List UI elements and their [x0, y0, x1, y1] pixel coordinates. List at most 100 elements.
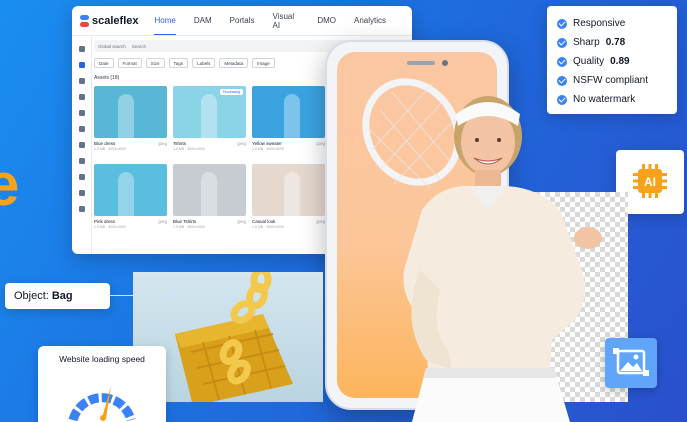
sidebar — [72, 36, 92, 254]
asset-name-row: Yellow sweater jpeg — [252, 141, 325, 146]
asset-thumbnail[interactable]: Processing — [173, 86, 246, 138]
person-silhouette-icon — [284, 172, 300, 216]
headline-fragment: e — [0, 151, 20, 218]
collection-icon[interactable] — [78, 94, 85, 100]
asset-name-row: Pink dress jpeg — [94, 219, 167, 224]
filter-tags[interactable]: Tags — [168, 58, 189, 68]
asset-thumbnail[interactable] — [252, 86, 325, 138]
spec-value: 0.89 — [610, 56, 630, 67]
asset-ext: jpeg — [237, 219, 246, 224]
person-silhouette-icon — [201, 94, 217, 138]
favorite-icon[interactable] — [78, 142, 85, 148]
check-icon — [557, 18, 567, 29]
asset-name-row: Blue dress jpeg — [94, 141, 167, 146]
asset-ext: jpeg — [316, 219, 325, 224]
filter-metadata[interactable]: Metadata — [219, 58, 249, 68]
nav-home[interactable]: Home — [154, 7, 176, 35]
spec-label: Sharp — [573, 37, 600, 48]
asset-thumbnail[interactable] — [173, 164, 246, 216]
spec-label: Responsive — [573, 18, 626, 29]
asset-name-row: Casual look jpeg — [252, 219, 325, 224]
nav-dmo[interactable]: DMO — [317, 7, 336, 34]
ai-chip-icon: AI — [633, 164, 667, 198]
asset-card[interactable]: Casual look jpeg 1.9 MB · 3000×4000 — [252, 164, 325, 236]
asset-card[interactable]: Blue dress jpeg 1.9 MB · 3000×4000 — [94, 86, 167, 158]
asset-name: Casual look — [252, 219, 276, 224]
scaleflex-logo[interactable]: scaleflex — [80, 14, 139, 27]
person-silhouette-icon — [284, 94, 300, 138]
nav-dam[interactable]: DAM — [194, 7, 212, 34]
download-icon[interactable] — [78, 190, 85, 196]
assets-icon[interactable] — [78, 62, 85, 68]
object-label-value: Bag — [51, 290, 73, 302]
scaleflex-logo-icon — [80, 14, 89, 27]
asset-meta: 1.9 MB · 3000×4000 — [94, 225, 126, 229]
asset-card[interactable]: Yellow sweater jpeg 1.9 MB · 3000×4000 — [252, 86, 325, 158]
upload-icon[interactable] — [78, 174, 85, 180]
person-silhouette-icon — [118, 172, 134, 216]
image-tool-card — [605, 338, 657, 388]
check-icon — [557, 56, 567, 67]
global-search-scope[interactable]: Global search — [98, 44, 126, 49]
asset-meta: 1.9 MB · 3000×4000 — [173, 225, 205, 229]
spec-label: Quality — [573, 56, 605, 67]
asset-meta: 1.9 MB · 3000×4000 — [252, 147, 284, 151]
share-icon[interactable] — [78, 158, 85, 164]
phone-camera-icon — [407, 60, 448, 66]
asset-name: Blue dress — [94, 141, 116, 146]
spec-row: Responsive — [557, 14, 667, 33]
spec-value: 0.78 — [605, 37, 626, 48]
asset-name-row: Tshirts jpeg — [173, 141, 246, 146]
settings-icon[interactable] — [78, 126, 85, 132]
asset-meta: 1.9 MB · 3000×4000 — [94, 147, 126, 151]
asset-name: Tshirts — [173, 141, 187, 146]
nav-portals[interactable]: Portals — [230, 7, 255, 34]
object-detection-label: Object: Bag — [5, 283, 110, 309]
asset-meta: 1.9 MB · 3000×4000 — [173, 147, 205, 151]
filter-format[interactable]: Format — [117, 58, 142, 68]
speed-card-title: Website loading speed — [59, 354, 145, 364]
tennis-player-illustration — [362, 78, 602, 422]
filter-labels[interactable]: Labels — [192, 58, 216, 68]
search-input[interactable]: Search — [132, 44, 146, 49]
asset-ext: jpeg — [237, 141, 246, 146]
person-silhouette-icon — [118, 94, 134, 138]
website-speed-card: Website loading speed — [38, 346, 166, 422]
asset-name-row: Blue Tshirts jpeg — [173, 219, 246, 224]
check-icon — [557, 37, 567, 48]
ai-badge-text: AI — [644, 175, 656, 189]
asset-name: Yellow sweater — [252, 141, 282, 146]
collapse-icon[interactable] — [78, 46, 85, 52]
spec-row: Sharp 0.78 — [557, 33, 667, 52]
filter-date[interactable]: Date — [94, 58, 114, 68]
asset-name: Pink dress — [94, 219, 116, 224]
spec-row: Quality 0.89 — [557, 52, 667, 71]
trash-icon[interactable] — [78, 206, 85, 212]
connector-line — [110, 295, 172, 296]
asset-ext: jpeg — [316, 141, 325, 146]
asset-thumbnail[interactable] — [252, 164, 325, 216]
connector-dot — [170, 292, 176, 298]
folder-icon[interactable] — [78, 78, 85, 84]
person-silhouette-icon — [201, 172, 217, 216]
top-navigation: scaleflex Home DAM Portals Visual AI DMO… — [72, 6, 412, 36]
asset-card[interactable]: Pink dress jpeg 1.9 MB · 3000×4000 — [94, 164, 167, 236]
logo-text: scaleflex — [92, 14, 139, 27]
nav-visual-ai[interactable]: Visual AI — [273, 6, 300, 39]
filter-image[interactable]: Image — [252, 58, 275, 68]
tag-icon[interactable] — [78, 110, 85, 116]
asset-card[interactable]: Processing Tshirts jpeg 1.9 MB · 3000×4000 — [173, 86, 246, 158]
asset-ext: jpeg — [158, 141, 167, 146]
asset-card[interactable]: Blue Tshirts jpeg 1.9 MB · 3000×4000 — [173, 164, 246, 236]
image-edit-icon[interactable] — [605, 338, 657, 388]
asset-ext: jpeg — [158, 219, 167, 224]
asset-thumbnail[interactable] — [94, 86, 167, 138]
asset-name: Blue Tshirts — [173, 219, 197, 224]
speedometer-icon — [68, 386, 136, 422]
asset-thumbnail[interactable] — [94, 164, 167, 216]
asset-meta: 1.9 MB · 3000×4000 — [252, 225, 284, 229]
object-label-key: Object: — [14, 290, 49, 302]
filter-size[interactable]: Size — [145, 58, 165, 68]
processing-badge: Processing — [219, 89, 243, 95]
nav-analytics[interactable]: Analytics — [354, 7, 386, 34]
